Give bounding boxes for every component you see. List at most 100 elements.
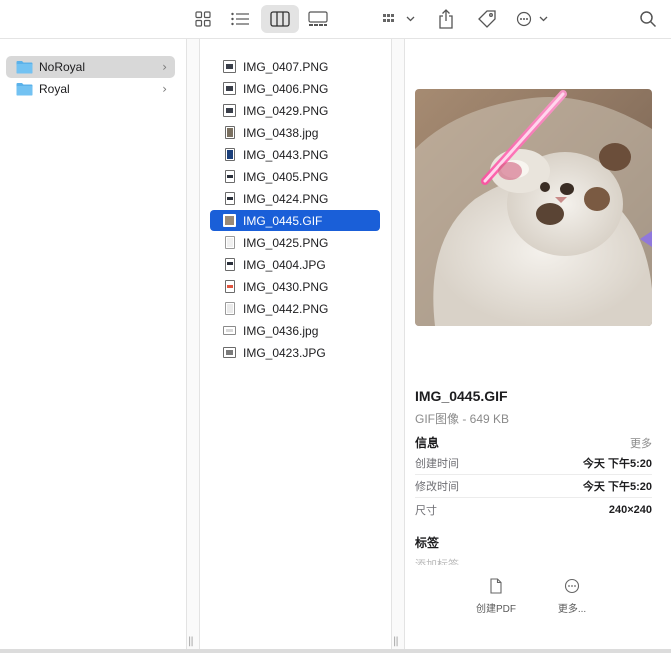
add-tag-field[interactable]: 添加标签	[415, 556, 459, 565]
meta-key: 创建时间	[415, 458, 459, 470]
file-row[interactable]: IMG_0443.PNG	[210, 144, 380, 165]
action-menu-button[interactable]	[514, 5, 552, 33]
file-name: IMG_0404.JPG	[243, 257, 326, 272]
status-bar	[0, 649, 671, 653]
group-by-button[interactable]	[380, 5, 418, 33]
file-row[interactable]: IMG_0424.PNG	[210, 188, 380, 209]
meta-row-modified: 修改时间 今天 下午5:20	[415, 475, 652, 498]
file-name: IMG_0407.PNG	[243, 59, 329, 74]
action-label: 更多...	[557, 604, 587, 615]
file-name: IMG_0438.jpg	[243, 125, 319, 140]
image-thumbnail-icon	[225, 126, 235, 139]
meta-value: 240×240	[608, 503, 652, 516]
grid-icon	[195, 11, 211, 27]
column-divider	[186, 39, 187, 653]
gallery-icon	[308, 11, 328, 26]
folder-name: Royal	[39, 82, 70, 96]
list-icon	[231, 12, 249, 26]
document-icon	[490, 578, 502, 594]
image-thumbnail-icon	[223, 347, 236, 358]
list-view-button[interactable]	[228, 5, 252, 33]
meta-value: 今天 下午5:20	[582, 458, 652, 470]
column-view-button[interactable]	[261, 5, 299, 33]
folder-item-noroyal[interactable]: NoRoyal ›	[6, 56, 175, 78]
column-gap	[186, 39, 200, 653]
meta-row-created: 创建时间 今天 下午5:20	[415, 452, 652, 475]
action-label: 创建PDF	[476, 604, 516, 615]
meta-value: 今天 下午5:20	[582, 481, 652, 493]
columns-icon	[270, 11, 290, 27]
file-name: IMG_0445.GIF	[243, 213, 323, 228]
file-name: IMG_0443.PNG	[243, 147, 329, 162]
meta-key: 尺寸	[415, 504, 437, 517]
image-thumbnail-icon	[223, 326, 236, 335]
image-thumbnail-icon	[223, 60, 236, 73]
tag-icon	[478, 10, 496, 28]
search-icon	[640, 11, 657, 28]
show-more-link[interactable]: 更多	[630, 435, 652, 451]
file-name: IMG_0406.PNG	[243, 81, 329, 96]
image-thumbnail-icon	[223, 214, 236, 227]
group-icon	[383, 14, 415, 22]
file-row[interactable]: IMG_0404.JPG	[210, 254, 380, 275]
folder-icon	[16, 60, 33, 74]
image-thumbnail-icon	[223, 82, 236, 95]
search-button[interactable]	[636, 5, 660, 33]
chevron-right-icon: ›	[162, 82, 167, 96]
file-row[interactable]: IMG_0429.PNG	[210, 100, 380, 121]
column-divider	[391, 39, 392, 653]
file-row[interactable]: IMG_0425.PNG	[210, 232, 380, 253]
image-preview	[415, 89, 652, 326]
file-row[interactable]: IMG_0423.JPG	[210, 342, 380, 363]
folder-item-royal[interactable]: Royal ›	[6, 78, 175, 100]
more-actions-button[interactable]: 更多...	[537, 578, 607, 615]
folder-name: NoRoyal	[39, 60, 86, 74]
gallery-view-button[interactable]	[305, 5, 331, 33]
image-thumbnail-icon	[223, 104, 236, 117]
ellipsis-circle-icon	[516, 11, 548, 27]
file-name: IMG_0423.JPG	[243, 345, 326, 360]
file-row[interactable]: IMG_0407.PNG	[210, 56, 380, 77]
column-gap	[391, 39, 405, 653]
cat-image	[415, 89, 652, 326]
file-name: IMG_0424.PNG	[243, 191, 329, 206]
image-thumbnail-icon	[225, 280, 235, 293]
meta-key: 修改时间	[415, 481, 459, 493]
share-icon	[439, 9, 453, 29]
share-button[interactable]	[434, 5, 458, 33]
create-pdf-button[interactable]: 创建PDF	[461, 578, 531, 615]
file-name: IMG_0425.PNG	[243, 235, 329, 250]
file-name: IMG_0430.PNG	[243, 279, 329, 294]
file-row[interactable]: IMG_0405.PNG	[210, 166, 380, 187]
image-thumbnail-icon	[225, 192, 235, 205]
file-row[interactable]: IMG_0430.PNG	[210, 276, 380, 297]
image-thumbnail-icon	[225, 170, 235, 183]
image-thumbnail-icon	[225, 236, 235, 249]
preview-filename: IMG_0445.GIF	[415, 388, 508, 404]
image-thumbnail-icon	[225, 148, 235, 161]
image-thumbnail-icon	[225, 302, 235, 315]
info-heading: 信息	[415, 436, 440, 450]
file-row-selected[interactable]: IMG_0445.GIF	[210, 210, 380, 231]
file-row[interactable]: IMG_0438.jpg	[210, 122, 380, 143]
file-name: IMG_0442.PNG	[243, 301, 329, 316]
column-resize-handle[interactable]: ||	[188, 636, 194, 647]
image-thumbnail-icon	[225, 258, 235, 271]
sidebar-column	[0, 39, 186, 653]
grid-view-button[interactable]	[191, 5, 215, 33]
column-resize-handle[interactable]: ||	[393, 636, 399, 647]
chevron-right-icon: ›	[162, 60, 167, 74]
ellipsis-circle-icon	[564, 578, 580, 594]
file-name: IMG_0405.PNG	[243, 169, 329, 184]
file-row[interactable]: IMG_0442.PNG	[210, 298, 380, 319]
file-name: IMG_0436.jpg	[243, 323, 319, 338]
preview-kind-size: GIF图像 - 649 KB	[415, 412, 510, 426]
file-row[interactable]: IMG_0436.jpg	[210, 320, 380, 341]
toolbar	[0, 0, 671, 38]
file-row[interactable]: IMG_0406.PNG	[210, 78, 380, 99]
file-name: IMG_0429.PNG	[243, 103, 329, 118]
meta-row-dimensions: 尺寸 240×240	[415, 498, 652, 521]
tags-heading: 标签	[415, 536, 440, 550]
folder-icon	[16, 82, 33, 96]
tag-button[interactable]	[474, 5, 500, 33]
